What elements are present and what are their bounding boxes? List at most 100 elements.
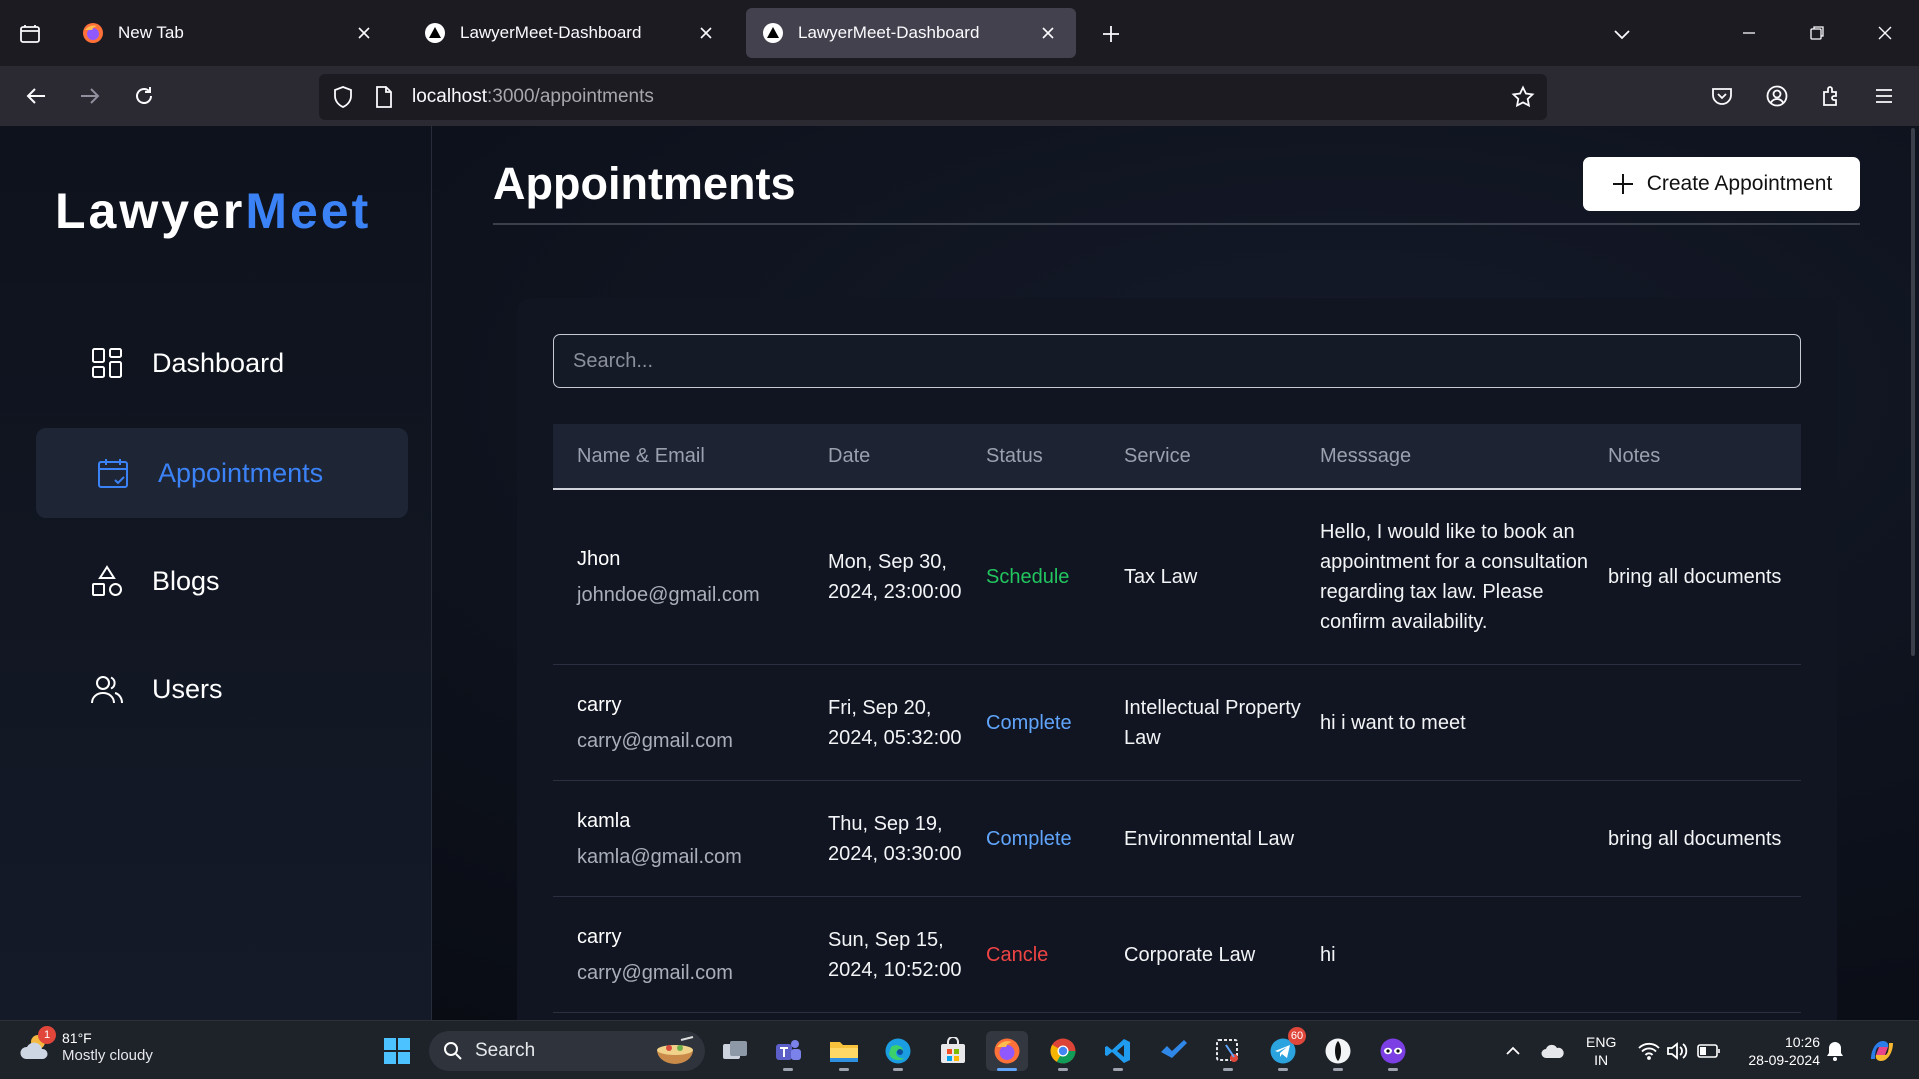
create-appointment-label: Create Appointment: [1646, 172, 1833, 195]
browser-tab-new-tab[interactable]: New Tab: [66, 8, 392, 58]
copilot-mask-icon[interactable]: [1372, 1031, 1414, 1071]
windows-start-icon[interactable]: [376, 1031, 418, 1071]
tab-label: LawyerMeet-Dashboard: [798, 23, 980, 42]
sidebar-item-users[interactable]: Users: [36, 644, 408, 734]
firefox-view-icon[interactable]: [10, 17, 50, 51]
forward-arrow-icon[interactable]: [72, 78, 108, 114]
vscode-icon[interactable]: [1097, 1031, 1139, 1071]
running-indicator: [1113, 1068, 1123, 1071]
header-status[interactable]: Status: [986, 445, 1124, 468]
weather-badge: 1: [38, 1026, 56, 1044]
firefox-taskbar-icon[interactable]: [986, 1031, 1028, 1071]
client-name: carry: [577, 693, 622, 716]
running-indicator: [783, 1068, 793, 1071]
chevron-down-icon[interactable]: [1604, 17, 1640, 51]
url-text[interactable]: localhost:3000/appointments: [412, 86, 654, 108]
message-cell: hi: [1320, 943, 1336, 966]
snipping-tool-icon[interactable]: [1207, 1031, 1249, 1071]
shapes-icon: [90, 564, 124, 598]
header-notes[interactable]: Notes: [1608, 445, 1801, 468]
table-row[interactable]: carry carry@gmail.com Fri, Sep 20, 2024,…: [553, 665, 1801, 781]
bookmark-star-icon[interactable]: [1511, 85, 1535, 109]
shield-icon[interactable]: [331, 85, 355, 109]
system-clock[interactable]: 10:26 28-09-2024: [1736, 1033, 1820, 1069]
triangle-favicon-icon: [762, 22, 784, 44]
notification-bell-icon[interactable]: [1822, 1033, 1848, 1069]
url-host: localhost: [412, 86, 487, 107]
file-explorer-icon[interactable]: [823, 1031, 865, 1071]
close-icon[interactable]: [1036, 21, 1060, 45]
task-view-icon[interactable]: [714, 1031, 756, 1071]
sidebar-item-label: Blogs: [152, 565, 220, 596]
microsoft-store-icon[interactable]: [932, 1031, 974, 1071]
table-row[interactable]: kamla kamla@gmail.com Thu, Sep 19, 2024,…: [553, 781, 1801, 897]
browser-tab-bar: New Tab LawyerMeet-Dashboard LawyerMeet-…: [0, 0, 1919, 66]
create-appointment-button[interactable]: Create Appointment: [1583, 157, 1860, 211]
region-code: IN: [1594, 1052, 1609, 1068]
name-email-cell: carry carry@gmail.com: [553, 692, 828, 754]
pocket-icon[interactable]: [1704, 78, 1740, 114]
sidebar-item-appointments[interactable]: Appointments: [36, 428, 408, 518]
sidebar: LawyerMeet Dashboard Appointments Blogs …: [0, 126, 432, 1020]
copilot-icon[interactable]: [1864, 1033, 1900, 1069]
table-header: Name & Email Date Status Service Messsag…: [553, 424, 1801, 490]
search-input[interactable]: [553, 334, 1801, 388]
chrome-icon[interactable]: [1042, 1031, 1084, 1071]
plus-icon: [1611, 172, 1635, 196]
onedrive-cloud-icon[interactable]: [1538, 1033, 1568, 1069]
battery-icon[interactable]: [1694, 1033, 1724, 1069]
date-cell: Mon, Sep 30, 2024, 23:00:00: [828, 551, 962, 603]
new-tab-plus-icon[interactable]: [1094, 17, 1128, 51]
minimize-icon[interactable]: [1726, 13, 1772, 53]
header-date[interactable]: Date: [828, 445, 986, 468]
header-name-email[interactable]: Name & Email: [553, 445, 828, 468]
page-scrollbar[interactable]: [1911, 128, 1915, 656]
back-arrow-icon[interactable]: [18, 78, 54, 114]
service-cell: Environmental Law: [1124, 827, 1295, 850]
date-cell: Thu, Sep 19, 2024, 03:30:00: [828, 812, 962, 865]
browser-tab-dashboard-1[interactable]: LawyerMeet-Dashboard: [408, 8, 734, 58]
status-badge: Complete: [986, 711, 1072, 734]
todo-check-icon[interactable]: [1152, 1031, 1194, 1071]
edge-icon[interactable]: [877, 1031, 919, 1071]
browser-tab-dashboard-2[interactable]: LawyerMeet-Dashboard: [746, 8, 1076, 58]
hamburger-menu-icon[interactable]: [1866, 78, 1902, 114]
header-service[interactable]: Service: [1124, 445, 1320, 468]
restore-icon[interactable]: [1794, 13, 1840, 53]
running-indicator: [1058, 1068, 1068, 1071]
tab-label: New Tab: [118, 23, 184, 42]
sidebar-item-label: Users: [152, 673, 223, 704]
close-icon[interactable]: [694, 21, 718, 45]
account-icon[interactable]: [1759, 78, 1795, 114]
sidebar-item-dashboard[interactable]: Dashboard: [36, 318, 408, 408]
chevron-up-icon[interactable]: [1500, 1033, 1526, 1069]
page-info-icon[interactable]: [373, 85, 395, 109]
compass-app-icon[interactable]: [1317, 1031, 1359, 1071]
app-logo[interactable]: LawyerMeet: [55, 182, 371, 240]
sidebar-item-blogs[interactable]: Blogs: [36, 536, 408, 626]
client-email: carry@gmail.com: [577, 961, 733, 984]
service-cell: Intellectual Property Law: [1124, 696, 1301, 749]
reload-icon[interactable]: [126, 78, 162, 114]
notes-cell: bring all documents: [1608, 566, 1782, 588]
teams-icon[interactable]: [767, 1031, 809, 1071]
speaker-icon[interactable]: [1664, 1033, 1690, 1069]
language-indicator[interactable]: ENG IN: [1586, 1033, 1616, 1069]
search-icon: [443, 1041, 463, 1061]
extensions-icon[interactable]: [1814, 78, 1850, 114]
url-bar[interactable]: localhost:3000/appointments: [319, 74, 1547, 120]
header-message[interactable]: Messsage: [1320, 445, 1608, 468]
notes-cell: bring all documents: [1608, 827, 1782, 850]
wifi-icon[interactable]: [1636, 1033, 1662, 1069]
logo-meet: Meet: [245, 183, 372, 239]
taskbar-search[interactable]: Search: [429, 1031, 705, 1071]
close-icon[interactable]: [352, 21, 376, 45]
close-window-icon[interactable]: [1862, 13, 1908, 53]
telegram-icon[interactable]: 60: [1262, 1027, 1306, 1071]
weather-widget[interactable]: 1 81°F Mostly cloudy: [18, 1026, 153, 1065]
table-row[interactable]: Jhon johndoe@gmail.com Mon, Sep 30, 2024…: [553, 490, 1801, 665]
running-indicator: [1278, 1068, 1288, 1071]
table-row[interactable]: carry carry@gmail.com Sun, Sep 15, 2024,…: [553, 897, 1801, 1013]
url-path: :3000/appointments: [487, 86, 654, 107]
client-email: carry@gmail.com: [577, 729, 733, 752]
